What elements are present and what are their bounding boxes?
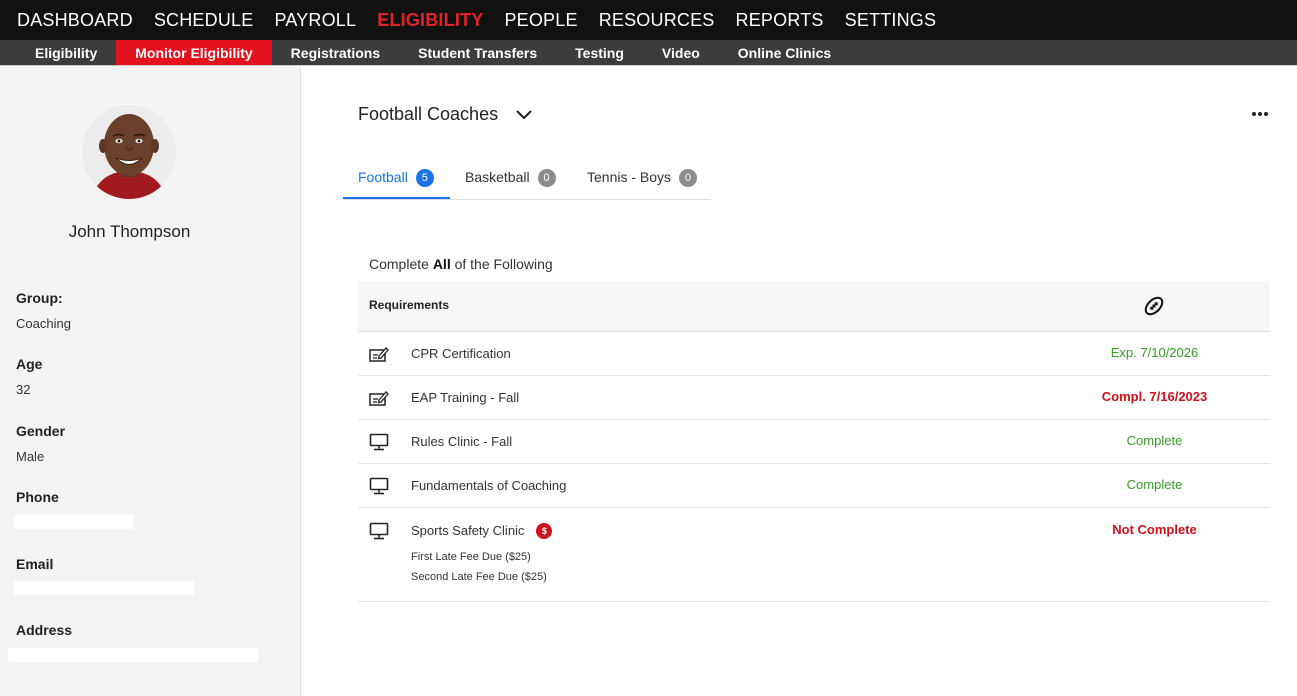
email-label: Email <box>16 556 54 572</box>
tab-tennis-boys-label: Tennis - Boys <box>587 169 672 185</box>
requirements-header-label: Requirements <box>369 298 450 312</box>
phone-field: Phone <box>16 489 59 505</box>
tab-football-count: 5 <box>415 169 434 187</box>
tab-basketball-count: 0 <box>537 169 556 187</box>
football-icon <box>1144 296 1164 316</box>
address-field: Address <box>16 622 72 638</box>
topnav-payroll[interactable]: PAYROLL <box>274 10 356 31</box>
topnav-dashboard[interactable]: DASHBOARD <box>17 10 133 31</box>
late-fee-note-1: First Late Fee Due ($25) <box>411 551 531 563</box>
requirement-row[interactable]: EAP Training - Fall Compl. 7/16/2023 <box>358 376 1270 420</box>
sport-tabs: Football 5 Basketball 0 Tennis - Boys 0 <box>343 162 711 200</box>
requirement-status: Compl. 7/16/2023 <box>1101 389 1208 404</box>
subnav-student-transfers[interactable]: Student Transfers <box>399 40 556 65</box>
certificate-edit-icon <box>369 391 389 406</box>
profile-sidebar: John Thompson Group: Coaching Age 32 Gen… <box>0 67 301 696</box>
tab-football[interactable]: Football 5 <box>343 162 450 199</box>
tab-tennis-boys[interactable]: Tennis - Boys 0 <box>587 162 698 199</box>
complete-strong: All <box>432 256 451 272</box>
topnav-schedule[interactable]: SCHEDULE <box>154 10 254 31</box>
monitor-icon <box>369 477 389 495</box>
chevron-down-icon <box>516 110 532 119</box>
requirement-status: Complete <box>1126 433 1183 448</box>
subnav-registrations[interactable]: Registrations <box>272 40 399 65</box>
requirement-row[interactable]: Rules Clinic - Fall Complete <box>358 420 1270 464</box>
tab-football-label: Football <box>358 169 408 185</box>
requirement-name: CPR Certification <box>411 346 511 361</box>
gender-field: Gender Male <box>16 423 65 464</box>
tab-basketball-label: Basketball <box>465 169 530 185</box>
email-field: Email <box>16 556 53 572</box>
top-nav: DASHBOARD SCHEDULE PAYROLL ELIGIBILITY P… <box>0 0 1297 40</box>
subnav-video[interactable]: Video <box>643 40 719 65</box>
complete-prefix: Complete <box>369 256 429 272</box>
topnav-eligibility[interactable]: ELIGIBILITY <box>377 10 483 31</box>
requirement-name: Sports Safety Clinic $ <box>411 523 553 539</box>
user-name: John Thompson <box>68 222 191 241</box>
requirement-row[interactable]: Sports Safety Clinic $ First Late Fee Due… <box>358 508 1270 602</box>
tab-basketball[interactable]: Basketball 0 <box>465 162 556 199</box>
avatar-photo-icon <box>82 105 176 199</box>
late-fee-note-2: Second Late Fee Due ($25) <box>411 571 547 583</box>
subnav-monitor-eligibility[interactable]: Monitor Eligibility <box>116 40 272 65</box>
age-label: Age <box>16 356 43 372</box>
late-fee-badge[interactable]: $ <box>536 523 553 539</box>
topnav-reports[interactable]: REPORTS <box>736 10 824 31</box>
topnav-resources[interactable]: RESOURCES <box>599 10 715 31</box>
more-options-icon[interactable] <box>1249 106 1271 122</box>
group-selector[interactable]: Football Coaches <box>358 104 532 125</box>
monitor-icon <box>369 433 389 451</box>
email-value-redacted <box>14 581 194 595</box>
topnav-settings[interactable]: SETTINGS <box>845 10 937 31</box>
sub-nav: Eligibility Monitor Eligibility Registra… <box>0 40 1297 66</box>
group-value: Coaching <box>16 316 71 331</box>
address-label: Address <box>16 622 73 638</box>
phone-label: Phone <box>16 489 59 505</box>
requirement-name: Fundamentals of Coaching <box>411 478 567 493</box>
requirement-status: Exp. 7/10/2026 <box>1110 345 1199 360</box>
complete-suffix: of the Following <box>454 256 553 272</box>
subnav-testing[interactable]: Testing <box>556 40 643 65</box>
gender-label: Gender <box>16 423 66 439</box>
gender-value: Male <box>16 449 45 464</box>
requirement-name: Rules Clinic - Fall <box>411 434 513 449</box>
requirement-row[interactable]: CPR Certification Exp. 7/10/2026 <box>358 332 1270 376</box>
topnav-people[interactable]: PEOPLE <box>504 10 577 31</box>
requirement-status: Complete <box>1126 477 1183 492</box>
age-value: 32 <box>16 382 31 397</box>
requirement-status: Not Complete <box>1112 522 1197 537</box>
complete-all-text: Complete All of the Following <box>369 256 553 272</box>
address-value-redacted <box>8 648 258 662</box>
subnav-eligibility[interactable]: Eligibility <box>16 40 116 65</box>
subnav-online-clinics[interactable]: Online Clinics <box>719 40 850 65</box>
requirements-header: Requirements <box>358 281 1270 332</box>
group-field: Group: Coaching <box>16 290 71 331</box>
requirement-row[interactable]: Fundamentals of Coaching Complete <box>358 464 1270 508</box>
certificate-edit-icon <box>369 347 389 362</box>
requirement-name-text: Sports Safety Clinic <box>411 523 525 538</box>
phone-value-redacted <box>14 515 134 529</box>
group-label: Group: <box>16 290 63 306</box>
age-field: Age 32 <box>16 356 42 397</box>
tab-tennis-boys-count: 0 <box>679 169 698 187</box>
group-title: Football Coaches <box>358 104 499 124</box>
requirement-name: EAP Training - Fall <box>411 390 520 405</box>
avatar <box>82 105 176 199</box>
monitor-icon <box>369 522 389 540</box>
